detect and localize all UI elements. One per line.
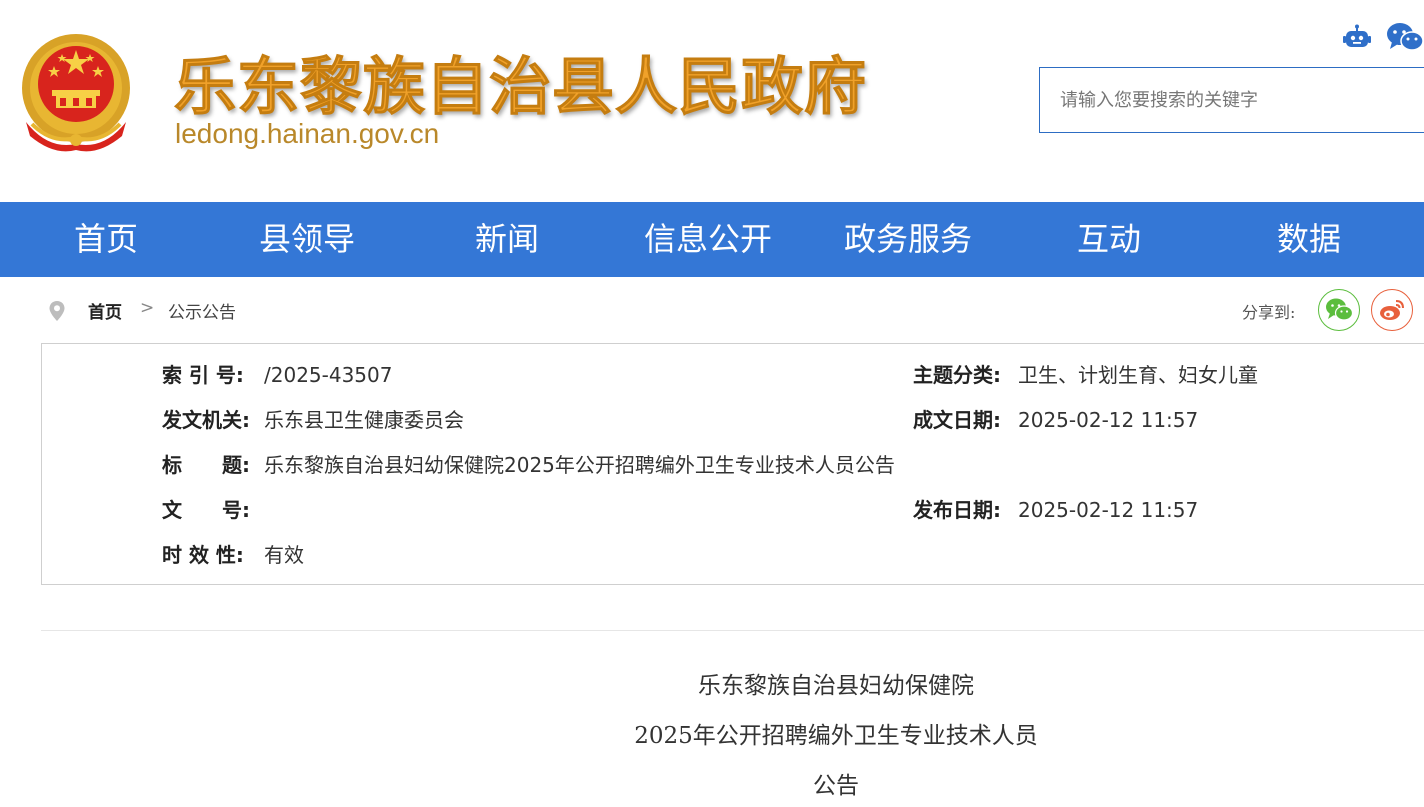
site-header: 乐东黎族自治县人民政府 ledong.hainan.gov.cn <box>0 0 1424 202</box>
created-date-value: 2025-02-12 11:57 <box>1018 408 1199 432</box>
search-box <box>1039 67 1424 133</box>
article-heading-line-3: 公告 <box>813 773 859 799</box>
document-title-label: 标 题: <box>162 453 250 477</box>
published-date-label: 发布日期: <box>913 498 1001 522</box>
national-emblem-icon[interactable] <box>18 32 134 156</box>
share-wechat-button[interactable] <box>1318 289 1360 331</box>
meta-row-validity: 时 效 性: 有效 <box>42 540 1424 570</box>
wechat-icon <box>1326 298 1353 321</box>
issuing-agency-value: 乐东县卫生健康委员会 <box>264 408 464 432</box>
nav-item-news[interactable]: 新闻 <box>407 202 607 277</box>
breadcrumb-current[interactable]: 公示公告 <box>168 298 236 323</box>
nav-item-home[interactable]: 首页 <box>6 202 206 277</box>
breadcrumb-separator: > <box>140 298 155 318</box>
meta-row-title: 标 题: 乐东黎族自治县妇幼保健院2025年公开招聘编外卫生专业技术人员公告 <box>42 450 1424 480</box>
document-title-value: 乐东黎族自治县妇幼保健院2025年公开招聘编外卫生专业技术人员公告 <box>264 453 895 477</box>
share-bar: 分享到: <box>1240 288 1424 332</box>
index-number-value: /2025-43507 <box>264 363 393 387</box>
site-domain: ledong.hainan.gov.cn <box>175 118 440 149</box>
breadcrumb: 首页 > 公示公告 <box>40 288 640 332</box>
document-metadata-panel: 索 引 号: /2025-43507 主题分类: 卫生、计划生育、妇女儿童 发文… <box>41 343 1424 585</box>
document-number-label: 文 号: <box>162 498 250 522</box>
search-input[interactable] <box>1040 68 1424 132</box>
issuing-agency-label: 发文机关: <box>162 408 250 432</box>
nav-item-information-disclosure[interactable]: 信息公开 <box>608 202 808 277</box>
site-title[interactable]: 乐东黎族自治县人民政府 <box>173 36 867 126</box>
meta-row-issuer: 发文机关: 乐东县卫生健康委员会 成文日期: 2025-02-12 11:57 <box>42 405 1424 435</box>
meta-row-index: 索 引 号: /2025-43507 主题分类: 卫生、计划生育、妇女儿童 <box>42 360 1424 390</box>
topic-category-value: 卫生、计划生育、妇女儿童 <box>1018 363 1258 387</box>
share-label: 分享到: <box>1242 303 1296 322</box>
wechat-icon[interactable] <box>1386 22 1424 52</box>
article-heading-line-1: 乐东黎族自治县妇幼保健院 <box>698 673 974 699</box>
validity-label: 时 效 性: <box>162 543 244 567</box>
meta-row-docno: 文 号: 发布日期: 2025-02-12 11:57 <box>42 495 1424 525</box>
topic-category-label: 主题分类: <box>913 363 1001 387</box>
index-number-label: 索 引 号: <box>162 363 244 387</box>
nav-item-county-leaders[interactable]: 县领导 <box>207 202 407 277</box>
top-icon-bar <box>1334 20 1424 54</box>
article-heading-line-2: 2025年公开招聘编外卫生专业技术人员 <box>634 723 1038 749</box>
location-pin-icon <box>49 301 65 321</box>
weibo-icon <box>1380 300 1404 320</box>
created-date-label: 成文日期: <box>913 408 1001 432</box>
breadcrumb-home-link[interactable]: 首页 <box>88 298 122 323</box>
nav-item-data[interactable]: 数据 <box>1209 202 1409 277</box>
robot-icon[interactable] <box>1342 24 1372 50</box>
validity-value: 有效 <box>264 543 304 567</box>
published-date-value: 2025-02-12 11:57 <box>1018 498 1199 522</box>
main-nav: 首页 县领导 新闻 信息公开 政务服务 互动 数据 <box>0 202 1424 277</box>
content-divider <box>41 630 1424 631</box>
share-weibo-button[interactable] <box>1371 289 1413 331</box>
nav-item-government-services[interactable]: 政务服务 <box>808 202 1008 277</box>
nav-item-interaction[interactable]: 互动 <box>1009 202 1209 277</box>
